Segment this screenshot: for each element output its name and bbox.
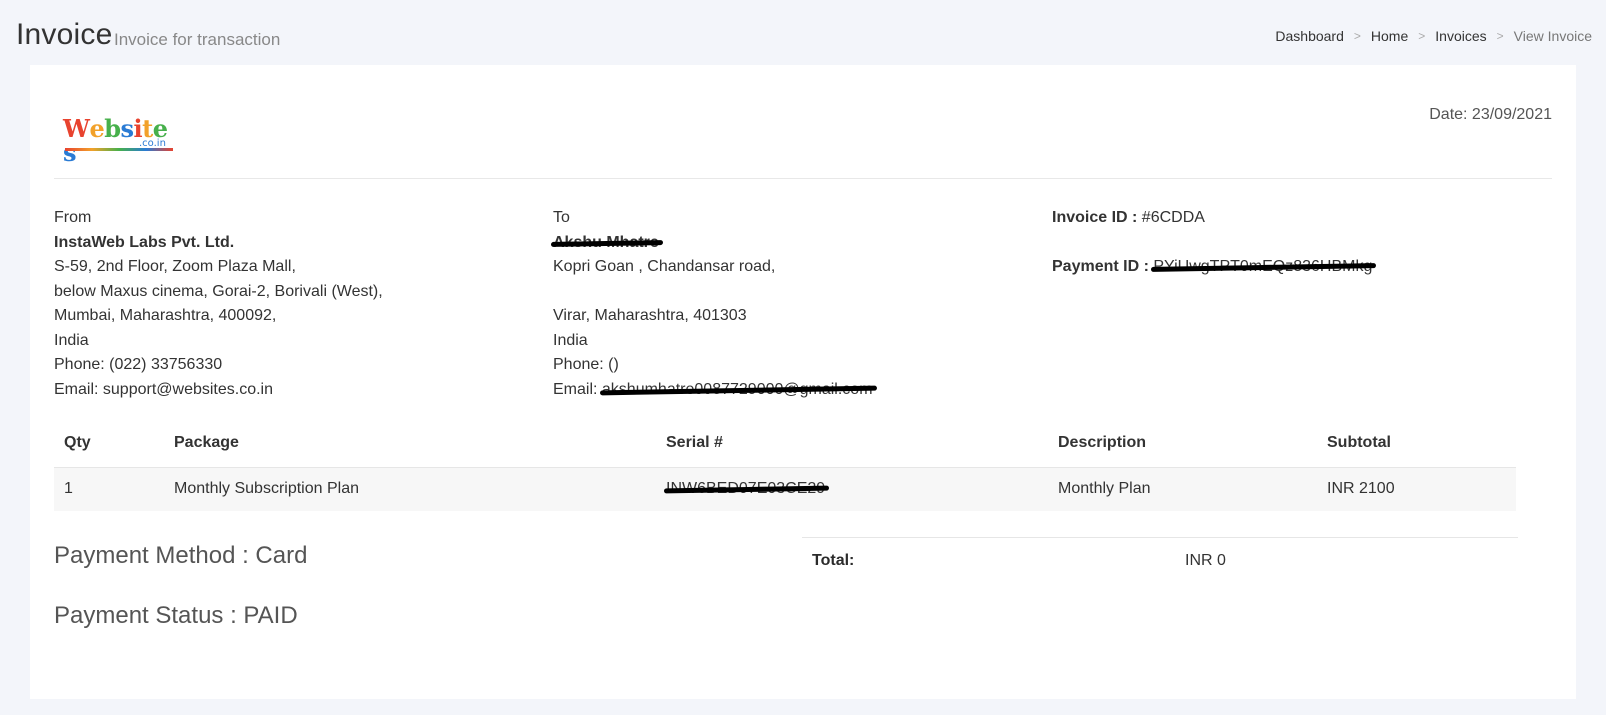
col-header-subtotal: Subtotal: [1317, 420, 1516, 468]
to-email-value: akshumhatre0087729000@gmail.com: [602, 378, 873, 403]
invoice-id: Invoice ID : #6CDDA: [1052, 206, 1372, 231]
payment-id-label: Payment ID :: [1052, 258, 1154, 275]
breadcrumb-home[interactable]: Home: [1371, 28, 1408, 44]
to-email-label: Email:: [553, 380, 602, 398]
from-line: below Maxus cinema, Gorai-2, Borivali (W…: [54, 282, 383, 300]
from-line: India: [54, 331, 89, 349]
page-header: Invoice Invoice for transaction Dashboar…: [16, 14, 1592, 54]
from-email: Email: support@websites.co.in: [54, 380, 273, 398]
col-header-serial: Serial #: [656, 420, 1048, 468]
page-subtitle: Invoice for transaction: [114, 30, 281, 49]
cell-serial: INW6BED07E03CE29: [656, 467, 1048, 511]
to-label: To: [553, 209, 570, 226]
to-address-line1: Kopri Goan , Chandansar road,: [553, 258, 776, 275]
breadcrumb-separator-icon: >: [1418, 29, 1426, 43]
col-header-qty: Qty: [54, 420, 164, 468]
cell-qty: 1: [54, 467, 164, 511]
breadcrumb: Dashboard > Home > Invoices > View Invoi…: [1275, 28, 1592, 44]
invoice-id-label: Invoice ID :: [1052, 209, 1142, 226]
breadcrumb-dashboard[interactable]: Dashboard: [1275, 28, 1344, 44]
breadcrumb-view-invoice: View Invoice: [1513, 28, 1592, 44]
page-title: Invoice: [16, 18, 113, 51]
table-row: 1 Monthly Subscription Plan INW6BED07E03…: [54, 467, 1516, 511]
header-divider: [54, 178, 1552, 179]
invoice-card: Websites .co.in Date: 23/09/2021 From In…: [30, 65, 1576, 699]
to-country: India: [553, 331, 588, 349]
payment-id-value: PYiUwgTPT0mEQz836HBMkg: [1153, 255, 1372, 280]
from-address-block: From InstaWeb Labs Pvt. Ltd. S-59, 2nd F…: [54, 206, 383, 402]
from-phone: Phone: (022) 33756330: [54, 356, 223, 373]
cell-package: Monthly Subscription Plan: [164, 467, 656, 511]
col-header-description: Description: [1048, 420, 1317, 468]
payment-id: Payment ID : PYiUwgTPT0mEQz836HBMkg: [1052, 255, 1372, 280]
to-name: Akshu Mhatre: [553, 231, 659, 256]
to-address-line2: Virar, Maharashtra, 401303: [553, 307, 747, 324]
company-logo: Websites .co.in: [63, 117, 175, 165]
from-line: Mumbai, Maharashtra, 400092,: [54, 307, 277, 324]
cell-description: Monthly Plan: [1048, 467, 1317, 511]
total-row: Total: INR 0: [802, 538, 1518, 584]
total-value: INR 0: [1185, 552, 1226, 569]
cell-subtotal: INR 2100: [1317, 467, 1516, 511]
table-header-row: Qty Package Serial # Description Subtota…: [54, 420, 1516, 468]
to-address-block: To Akshu Mhatre Kopri Goan , Chandansar …: [553, 206, 873, 402]
from-line: S-59, 2nd Floor, Zoom Plaza Mall,: [54, 258, 296, 275]
payment-method: Payment Method : Card: [54, 542, 308, 569]
payment-status: Payment Status : PAID: [54, 602, 298, 629]
totals-table: Total: INR 0: [802, 537, 1518, 584]
breadcrumb-separator-icon: >: [1353, 29, 1361, 43]
to-email: Email: akshumhatre0087729000@gmail.com: [553, 378, 873, 403]
invoice-date: Date: 23/09/2021: [1429, 106, 1552, 123]
breadcrumb-invoices[interactable]: Invoices: [1435, 28, 1486, 44]
invoice-items-table: Qty Package Serial # Description Subtota…: [54, 420, 1516, 511]
breadcrumb-separator-icon: >: [1496, 29, 1504, 43]
invoice-id-value: #6CDDA: [1141, 209, 1205, 226]
col-header-package: Package: [164, 420, 656, 468]
to-phone: Phone: (): [553, 356, 619, 373]
cell-serial-value: INW6BED07E03CE29: [666, 480, 826, 498]
logo-underline: [65, 148, 173, 151]
total-label: Total:: [812, 552, 855, 569]
from-company: InstaWeb Labs Pvt. Ltd.: [54, 233, 235, 251]
invoice-meta-block: Invoice ID : #6CDDA Payment ID : PYiUwgT…: [1052, 206, 1372, 280]
from-label: From: [54, 209, 92, 226]
